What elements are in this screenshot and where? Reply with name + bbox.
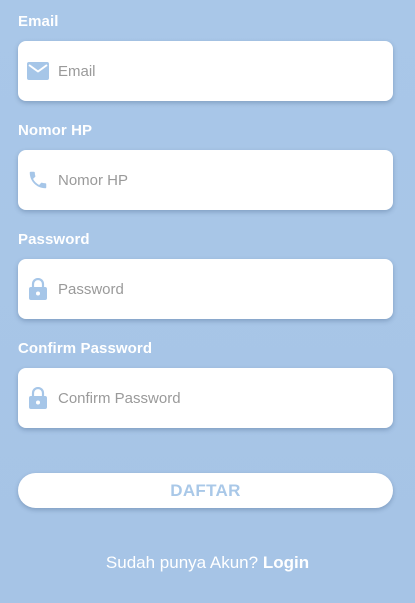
login-prompt-text: Sudah punya Akun?: [105, 553, 259, 572]
email-input[interactable]: [58, 62, 358, 80]
phone-input[interactable]: [58, 171, 358, 189]
register-screen: Email Nomor HP Password: [0, 0, 415, 603]
password-field[interactable]: [18, 259, 393, 319]
password-label: Password: [18, 231, 90, 248]
lock-icon: [27, 278, 49, 300]
phone-label: Nomor HP: [18, 122, 93, 139]
password-input[interactable]: [58, 280, 358, 298]
email-field[interactable]: [18, 41, 393, 101]
login-prompt: Sudah punya Akun? Login: [0, 553, 415, 573]
confirm-password-field[interactable]: [18, 368, 393, 428]
mail-icon: [27, 60, 49, 82]
confirm-password-input[interactable]: [58, 389, 358, 407]
login-link[interactable]: Login: [263, 553, 309, 572]
confirm-password-label: Confirm Password: [18, 340, 153, 357]
email-label: Email: [18, 13, 59, 30]
lock-icon: [27, 387, 49, 409]
phone-icon: [27, 169, 49, 191]
daftar-button[interactable]: DAFTAR: [18, 473, 393, 508]
phone-field[interactable]: [18, 150, 393, 210]
